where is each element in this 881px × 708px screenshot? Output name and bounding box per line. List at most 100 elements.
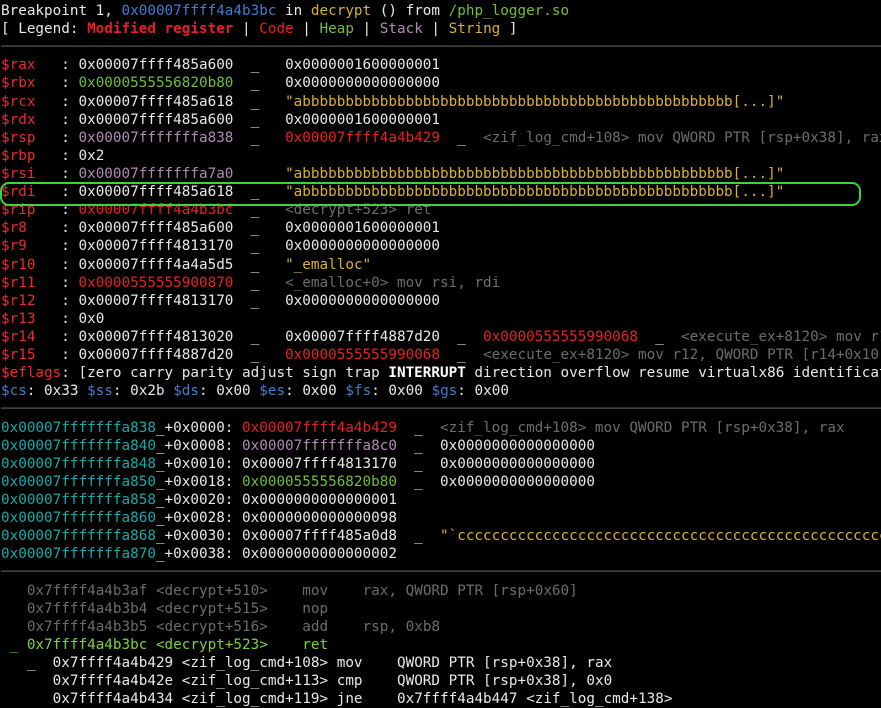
legend-line: [ Legend: Modified register | Code | Hea… (0, 20, 881, 38)
stack-value: 0x0000000000000002 (242, 546, 397, 563)
chain-value: 0x0000000000000000 (285, 292, 441, 309)
register-rax: $rax : 0x00007ffff485a600 _ 0x0000001600… (0, 56, 881, 74)
code-mnemonic: jne (336, 691, 363, 708)
register-value: 0x0000555556820b80 (78, 75, 234, 92)
code-separator: ────────────────────────────────────────… (1, 564, 881, 581)
register-rbx: $rbx : 0x0000555556820b80 _ 0x0000000000… (0, 74, 881, 92)
chain-string: "abbbbbbbbbbbbbbbbbbbbbbbbbbbbbbbbbbbbbb… (285, 165, 785, 182)
code-line: 0x7ffff4a4b3b5 <decrypt+516> add rsp, 0x… (0, 618, 881, 636)
stack-address: 0x00007fffffffa840 (1, 437, 156, 454)
register-colon: : (35, 57, 79, 74)
register-name: $rsi (1, 165, 36, 182)
code-address: 0x7ffff4a4b3b5 (26, 618, 148, 635)
breakpoint-line: Breakpoint 1, 0x00007ffff4a4b3bc in decr… (0, 2, 881, 20)
gdb-terminal[interactable]: Breakpoint 1, 0x00007ffff4a4b3bc in decr… (0, 0, 881, 708)
register-name: $r8 (1, 220, 27, 237)
register-colon: : (35, 347, 79, 364)
code-gap (328, 655, 337, 671)
code-line: 0x7ffff4a4b3b4 <decrypt+515> nop (0, 600, 881, 618)
register-r8: $r8 : 0x00007ffff485a600 _ 0x00000016000… (0, 219, 881, 237)
stack-row: 0x00007fffffffa850_+0x0018: 0x0000555556… (0, 473, 881, 491)
chain-arrow: _ (233, 75, 286, 92)
legend-modified-register: Modified register (87, 21, 234, 38)
stack-row: 0x00007fffffffa848_+0x0010: 0x00007ffff4… (0, 455, 881, 473)
register-colon: : (35, 256, 79, 273)
register-name: $eflags (1, 365, 62, 382)
chain-arrow: _ (233, 238, 286, 255)
breakpoint-text: Breakpoint 1, (1, 3, 122, 19)
chain-arrow: _ (396, 419, 440, 436)
eflags-set-flag: INTERRUPT (388, 365, 466, 382)
register-value: 0x00007ffff485a600 (78, 111, 234, 128)
legend-heap: Heap (319, 21, 354, 38)
register-name: $r10 (1, 256, 36, 273)
register-rbp: $rbp : 0x2 (0, 147, 881, 165)
current-instruction-arrow-icon: _ (1, 636, 27, 653)
chain-arrow: _ (396, 455, 440, 472)
register-name: $rcx (1, 93, 36, 110)
register-rdi: $rdi : 0x00007ffff485a618 _ "abbbbbbbbbb… (0, 183, 881, 201)
code-line-target: _ 0x7ffff4a4b429 <zif_log_cmd+108> mov Q… (0, 654, 881, 672)
chain-arrow: _ (233, 292, 286, 309)
chain-arrow: _ (440, 347, 484, 364)
register-colon: : (26, 238, 79, 255)
register-name: $r15 (1, 347, 36, 364)
chain-code: <_emalloc+0> mov rsi, rdi (285, 274, 501, 291)
register-name: $r12 (1, 292, 36, 309)
stack-address: 0x00007fffffffa858 (1, 491, 156, 508)
register-value: 0x00007ffff4a4b3bc (78, 202, 234, 219)
chain-arrow: _ (233, 202, 286, 219)
code-mnemonic: mov (302, 582, 329, 599)
stack-value: 0x0000000000000001 (242, 491, 397, 508)
stack-offset: _+0x0008: (155, 437, 243, 454)
register-name: $r13 (1, 310, 36, 327)
register-value: 0x00007fffffffa838 (78, 129, 234, 146)
stack-separator: ────────────────────────────────────────… (1, 401, 881, 418)
return-target-arrow-icon: _ (1, 654, 53, 671)
register-r15: $r15 : 0x00007ffff4887d20 _ 0x0000555555… (0, 346, 881, 364)
code-mnemonic: mov (336, 654, 363, 671)
register-colon: : (35, 147, 79, 164)
chain-value: 0x00007ffff4887d20 (285, 328, 441, 345)
chain-code: <decrypt+523> ret (285, 202, 432, 219)
chain-arrow: _ (440, 129, 484, 146)
code-gap (363, 673, 397, 689)
chain-arrow: _ (233, 220, 286, 237)
chain-arrow: _ (233, 129, 286, 146)
chain-code: <zif_log_cmd+108> mov QWORD PTR [rsp+0x3… (483, 129, 881, 146)
register-colon: : (35, 93, 79, 110)
code-symbol: <decrypt+523> (147, 636, 268, 653)
legend-sep: | (233, 21, 260, 38)
code-operands: rsp, 0xb8 (362, 618, 441, 635)
stack-deref: 0x0000000000000000 (440, 473, 595, 490)
chain-arrow: _ (233, 111, 286, 128)
chain-value: 0x0000000000000000 (285, 75, 441, 92)
register-rsp: $rsp : 0x00007fffffffa838 _ 0x00007ffff4… (0, 129, 881, 147)
code-gap (328, 691, 337, 707)
code-operands: rax, QWORD PTR [rsp+0x60] (362, 582, 578, 599)
segment-cs: $cs (1, 383, 27, 400)
stack-offset: _+0x0038: (155, 546, 243, 563)
register-colon: : (35, 111, 79, 128)
register-value: 0x00007ffff485a618 (78, 93, 234, 110)
segment-value: : 0x2b (112, 383, 174, 400)
register-colon: : (35, 292, 79, 309)
register-colon: : (35, 202, 79, 219)
register-value: 0x0000555555900870 (78, 274, 234, 291)
chain-code: <execute_ex+8120> mov r12, QWORD PTR [r1… (483, 347, 881, 364)
chain-arrow: _ (440, 328, 484, 345)
register-colon: : (35, 310, 79, 327)
stack-offset: _+0x0018: (155, 473, 243, 490)
stack-address: 0x00007fffffffa850 (1, 473, 156, 490)
register-value: 0x00007ffff4813170 (78, 238, 234, 255)
register-value: 0x00007ffff485a600 (78, 57, 234, 74)
code-address: 0x7ffff4a4b3af (26, 582, 148, 599)
code-gap (363, 691, 397, 707)
stack-row: 0x00007fffffffa840_+0x0008: 0x00007fffff… (0, 437, 881, 455)
register-name: $r14 (1, 328, 36, 345)
code-mnemonic: nop (302, 600, 329, 617)
register-rsi: $rsi : 0x00007fffffffa7a0 "abbbbbbbbbbbb… (0, 165, 881, 183)
register-value: 0x00007ffff4887d20 (78, 347, 234, 364)
stack-value: 0x00007ffff4a4b429 (242, 419, 397, 436)
register-name: $rsp (1, 129, 36, 146)
